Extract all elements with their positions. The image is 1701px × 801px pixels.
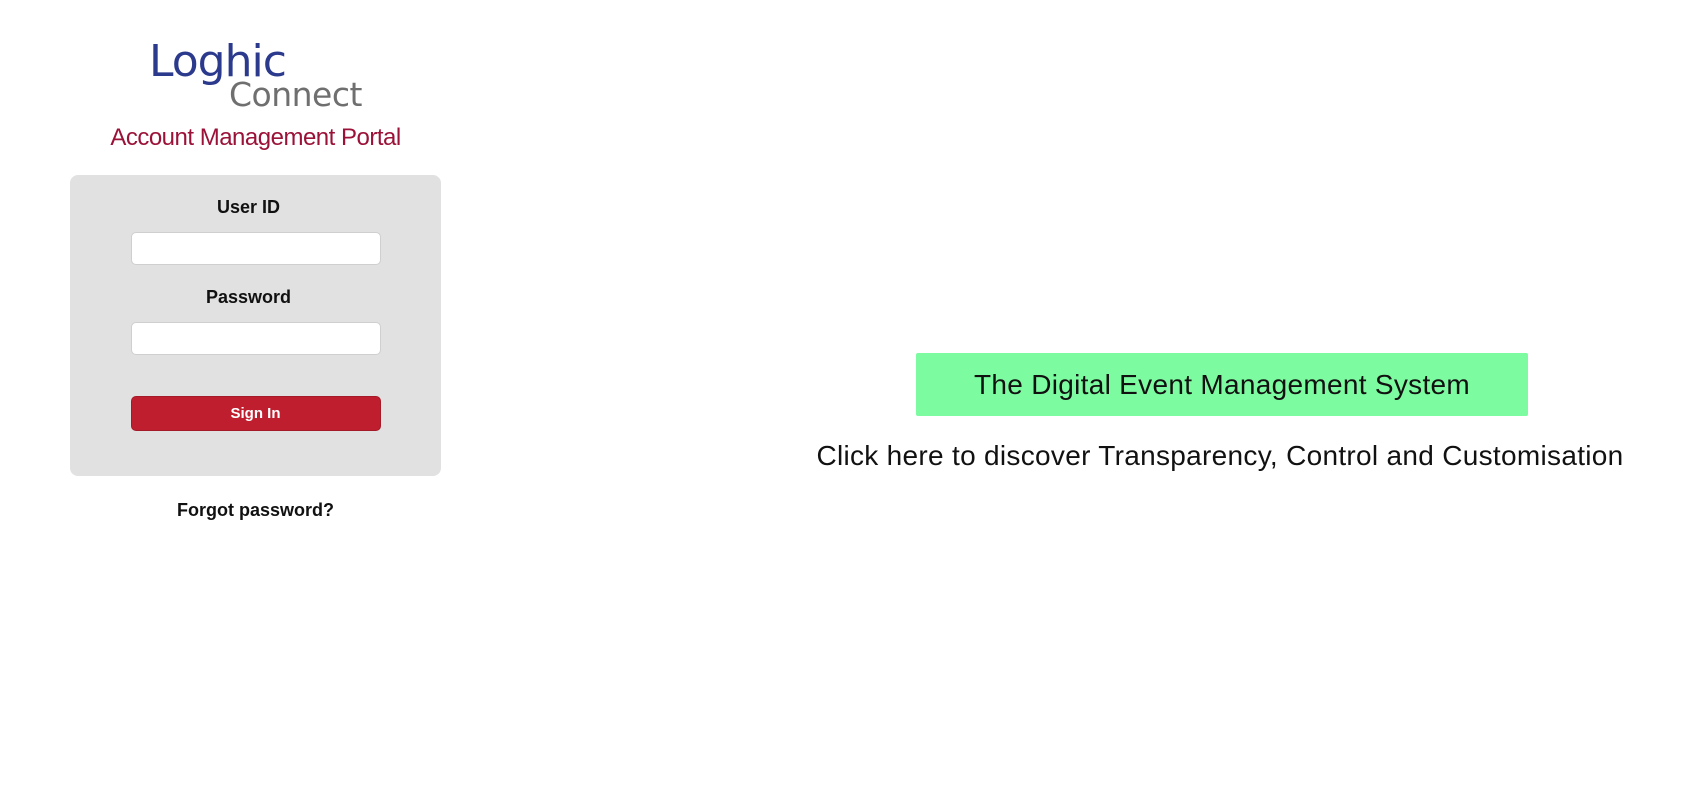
forgot-password-link[interactable]: Forgot password? bbox=[70, 500, 441, 521]
sign-in-button[interactable]: Sign In bbox=[130, 395, 381, 431]
page-title: Account Management Portal bbox=[110, 124, 401, 151]
password-label: Password bbox=[205, 286, 292, 307]
user-id-input[interactable] bbox=[130, 231, 381, 265]
user-id-label: User ID bbox=[216, 196, 281, 217]
password-input[interactable] bbox=[130, 321, 381, 355]
login-form: User ID Password Sign In bbox=[70, 174, 441, 476]
digital-event-management-banner[interactable]: The Digital Event Management System bbox=[916, 353, 1528, 416]
loghic-connect-logo: Loghic Connect bbox=[149, 40, 369, 116]
discover-link[interactable]: Click here to discover Transparency, Con… bbox=[780, 440, 1660, 472]
logo-wordmark-connect: Connect bbox=[229, 75, 362, 114]
login-panel: Loghic Connect Account Management Portal… bbox=[70, 40, 441, 521]
